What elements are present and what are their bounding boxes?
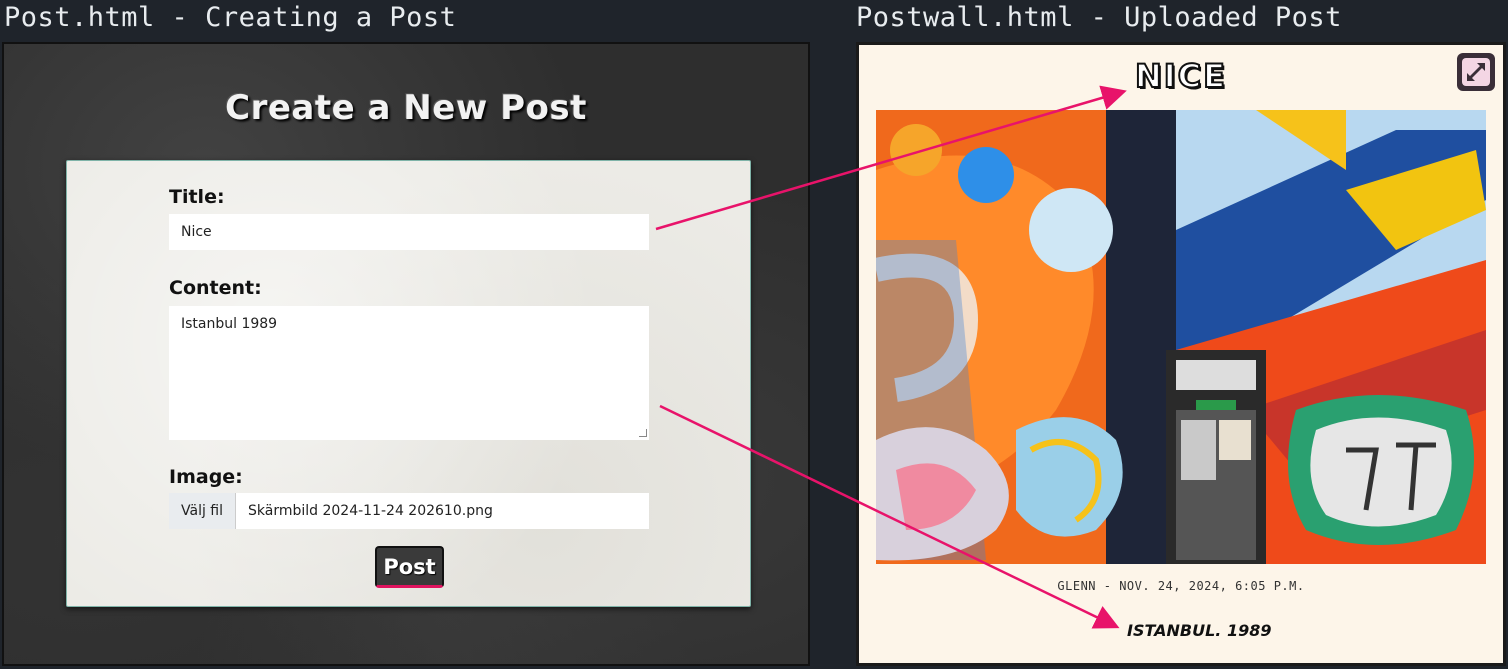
content-textarea[interactable]: Istanbul 1989 [169,306,649,440]
post-meta: GLENN - NOV. 24, 2024, 6:05 P.M. [1057,579,1305,593]
post-form: Title: Content: Istanbul 1989 Image: Väl… [66,160,751,607]
content-label: Content: [169,277,262,299]
create-post-heading: Create a New Post [225,88,587,128]
post-title: NICE [1134,56,1228,96]
title-label: Title: [169,186,225,208]
resize-handle-icon[interactable] [639,429,647,437]
image-label: Image: [169,466,243,488]
postwall-post-card: NICE GLENN - NOV. 24, 2024, 6:05 P.M. IS… [856,42,1506,666]
left-caption: Post.html - Creating a Post [4,2,457,33]
create-post-page: Create a New Post Title: Content: Istanb… [2,42,810,666]
post-content: ISTANBUL. 1989 [1127,621,1272,640]
image-file-input[interactable]: Välj fil Skärmbild 2024-11-24 202610.png [169,493,649,529]
expand-arrows-icon[interactable] [1457,53,1495,91]
right-caption: Postwall.html - Uploaded Post [856,2,1342,33]
selected-file-name: Skärmbild 2024-11-24 202610.png [248,503,493,519]
choose-file-button[interactable]: Välj fil [169,493,237,529]
post-submit-button[interactable]: Post [375,546,444,588]
post-graffiti-image [876,110,1486,564]
title-input[interactable] [169,214,649,250]
